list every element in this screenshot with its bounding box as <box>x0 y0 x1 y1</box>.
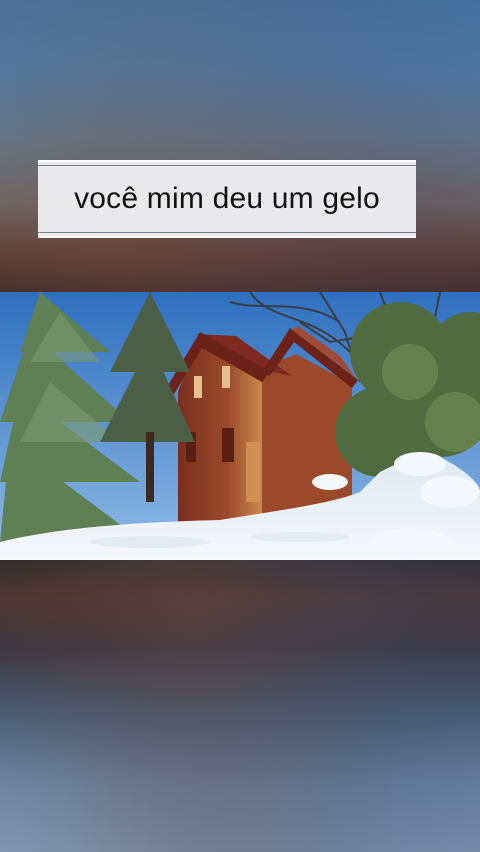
caption-text: você mim deu um gelo <box>74 182 380 215</box>
snowy-cabin-scene <box>0 292 480 560</box>
cabin <box>164 326 358 522</box>
video-frame[interactable] <box>0 292 480 560</box>
caption-box: você mim deu um gelo <box>38 160 416 238</box>
